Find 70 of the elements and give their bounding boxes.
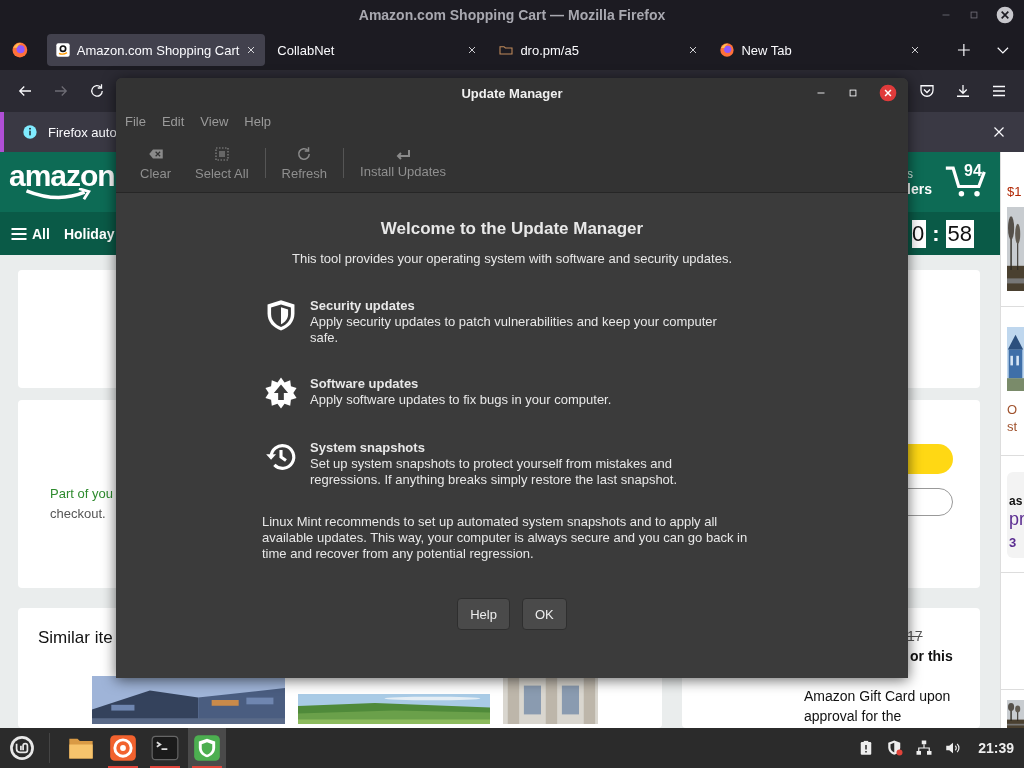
offer-text: approval for the <box>804 707 903 726</box>
smile-arrow-icon <box>23 188 93 202</box>
product-text: O <box>1007 401 1019 418</box>
section-heading: Similar ite <box>38 628 114 648</box>
dialog-heading: Welcome to the Update Manager <box>380 219 644 239</box>
ad-text: pr <box>1009 510 1024 528</box>
dotted-square-icon <box>212 145 231 163</box>
browser-logo-icon <box>109 734 137 762</box>
browser-tab[interactable]: CollabNet <box>269 34 487 66</box>
menu-item[interactable]: Help <box>244 113 272 129</box>
feature-text: Apply software updates to fix bugs in your computer. <box>310 392 613 408</box>
toolbar-button[interactable]: Select All <box>183 145 261 181</box>
browser-logo-icon <box>719 42 736 58</box>
close-icon[interactable] <box>878 83 898 103</box>
ad-text: as <box>1009 493 1024 510</box>
menu-item[interactable]: File <box>125 113 146 129</box>
menu-item[interactable]: View <box>200 113 229 129</box>
return-arrow-icon <box>395 147 412 161</box>
note-text: Linux Mint recommends to set up automated system snapshots and to apply all available updates. This way, your computer is always secure and you can go back in time and recover from any potential regression. <box>262 514 749 562</box>
cart-count: 94 <box>964 162 982 180</box>
badge-arrow-icon <box>264 376 298 410</box>
feature-title: Software updates <box>310 376 420 392</box>
price-text: $1 <box>1007 184 1023 199</box>
chevron-badge-icon[interactable] <box>918 82 936 100</box>
notice-text: checkout. <box>50 505 107 523</box>
dialog-button[interactable]: OK <box>521 598 567 630</box>
window-title: Update Manager <box>461 85 563 101</box>
timer-digits: 0 <box>911 219 927 248</box>
nav-link[interactable]: Holiday <box>63 225 115 242</box>
ad-text: 3 <box>1009 534 1018 552</box>
shield-icon <box>193 734 221 762</box>
nav-link[interactable]: All <box>32 225 50 242</box>
taskbar-button[interactable] <box>188 728 226 768</box>
toolbar-button[interactable]: Install Updates <box>348 147 459 179</box>
window-title: Amazon.com Shopping Cart — Mozilla Firefox <box>358 7 666 23</box>
browser-tab[interactable]: New Tab <box>711 34 929 66</box>
browser-tab[interactable]: Amazon.com Shopping Cart <box>46 34 266 66</box>
reload-icon[interactable] <box>88 82 106 100</box>
shield-icon[interactable] <box>886 739 905 757</box>
dialog-button[interactable]: Help <box>457 598 510 630</box>
offer-text: Amazon Gift Card upon <box>804 687 952 706</box>
browser-logo-icon[interactable] <box>11 41 29 59</box>
logo-icon[interactable] <box>9 735 35 761</box>
menu-item[interactable]: Edit <box>161 113 185 129</box>
toolbar-button[interactable]: Refresh <box>269 145 340 181</box>
timer-digits: 58 <box>945 219 974 248</box>
close-icon[interactable] <box>995 5 1015 25</box>
logo-text[interactable]: amazon <box>9 162 115 190</box>
offer-text: or this <box>910 647 954 666</box>
feature-title: System snapshots <box>310 440 426 456</box>
intro-text: This tool provides your operating system with software and security updates. <box>291 251 732 266</box>
account-text[interactable]: lers <box>907 182 932 197</box>
terminal-icon <box>151 734 179 762</box>
download-icon[interactable] <box>954 82 972 100</box>
feature-title: Security updates <box>310 298 416 314</box>
feature-text: Set up system snapshots to protect yourself from mistakes and regressions. If anything breaks simply restore the last snapshot. <box>310 456 679 488</box>
info-icon <box>22 124 38 140</box>
product-text: st <box>1007 418 1019 435</box>
account-text[interactable]: s <box>907 167 932 182</box>
old-price: 17 <box>907 627 924 646</box>
feature-text: Apply security updates to patch vulnerabilities and keep your computer safe. <box>310 314 718 346</box>
maximize-icon[interactable] <box>846 86 860 100</box>
browser-tab[interactable]: dro.pm/a5 <box>490 34 708 66</box>
notice-text: Part of you <box>50 485 113 503</box>
site-logo-icon <box>54 42 71 58</box>
notification-text: Firefox auto <box>48 124 117 140</box>
network-icon[interactable] <box>915 739 934 757</box>
timer-separator: : <box>931 220 941 247</box>
toolbar-button[interactable]: Clear <box>128 145 184 181</box>
clock[interactable]: 21:39 <box>978 740 1014 756</box>
